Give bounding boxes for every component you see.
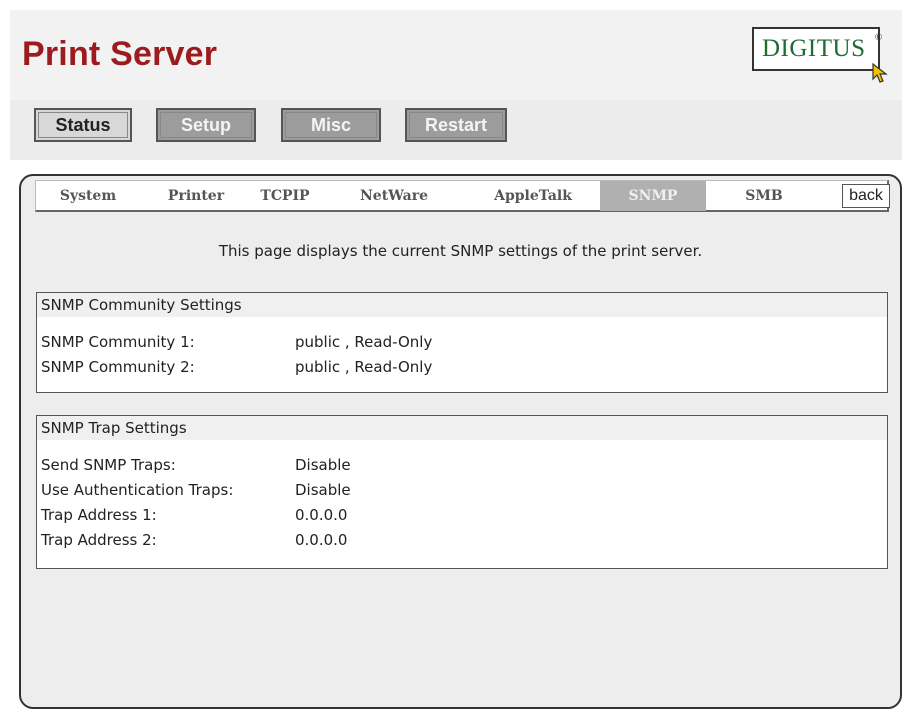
row-label: Use Authentication Traps: (41, 481, 234, 499)
tab-netware[interactable]: NetWare (348, 181, 440, 211)
tab-printer[interactable]: Printer (154, 181, 238, 211)
trap-row-auth: Use Authentication Traps: Disable (37, 478, 887, 503)
setup-button[interactable]: Setup (156, 108, 256, 142)
tab-tcpip[interactable]: TCPIP (250, 181, 320, 211)
intro-text: This page displays the current SNMP sett… (218, 242, 703, 260)
row-value: Disable (295, 481, 351, 499)
tab-smb[interactable]: SMB (728, 181, 800, 211)
row-value: public , Read-Only (295, 358, 433, 376)
tab-system[interactable]: System (46, 181, 130, 211)
section-heading: SNMP Community Settings (37, 293, 887, 317)
trap-row-address-2: Trap Address 2: 0.0.0.0 (37, 528, 887, 553)
row-value: public , Read-Only (295, 333, 433, 351)
row-label: SNMP Community 1: (41, 333, 195, 351)
row-value: Disable (295, 456, 351, 474)
back-button[interactable]: back (842, 184, 890, 208)
trap-row-address-1: Trap Address 1: 0.0.0.0 (37, 503, 887, 528)
logo-text: DIGITUS (762, 35, 866, 62)
tab-bar: System Printer TCPIP NetWare AppleTalk S… (35, 180, 890, 212)
snmp-trap-section: SNMP Trap Settings Send SNMP Traps: Disa… (36, 415, 888, 569)
restart-button[interactable]: Restart (405, 108, 507, 142)
row-label: Trap Address 1: (41, 506, 157, 524)
row-label: Send SNMP Traps: (41, 456, 176, 474)
header-bar: Print Server DIGITUS ® (10, 10, 902, 100)
row-label: Trap Address 2: (41, 531, 157, 549)
status-button[interactable]: Status (34, 108, 132, 142)
row-value: 0.0.0.0 (295, 506, 348, 524)
cursor-icon (872, 63, 888, 83)
digitus-logo: DIGITUS ® (752, 27, 888, 83)
section-heading: SNMP Trap Settings (37, 416, 887, 440)
page-title: Print Server (22, 35, 218, 73)
snmp-community-section: SNMP Community Settings SNMP Community 1… (36, 292, 888, 393)
community-row-1: SNMP Community 1: public , Read-Only (37, 330, 887, 355)
tab-snmp[interactable]: SNMP (600, 181, 706, 211)
tab-appletalk[interactable]: AppleTalk (484, 181, 582, 211)
row-label: SNMP Community 2: (41, 358, 195, 376)
misc-button[interactable]: Misc (281, 108, 381, 142)
trap-row-send: Send SNMP Traps: Disable (37, 453, 887, 478)
content-panel: System Printer TCPIP NetWare AppleTalk S… (19, 174, 902, 709)
registered-mark: ® (874, 33, 883, 43)
community-row-2: SNMP Community 2: public , Read-Only (37, 355, 887, 380)
row-value: 0.0.0.0 (295, 531, 348, 549)
